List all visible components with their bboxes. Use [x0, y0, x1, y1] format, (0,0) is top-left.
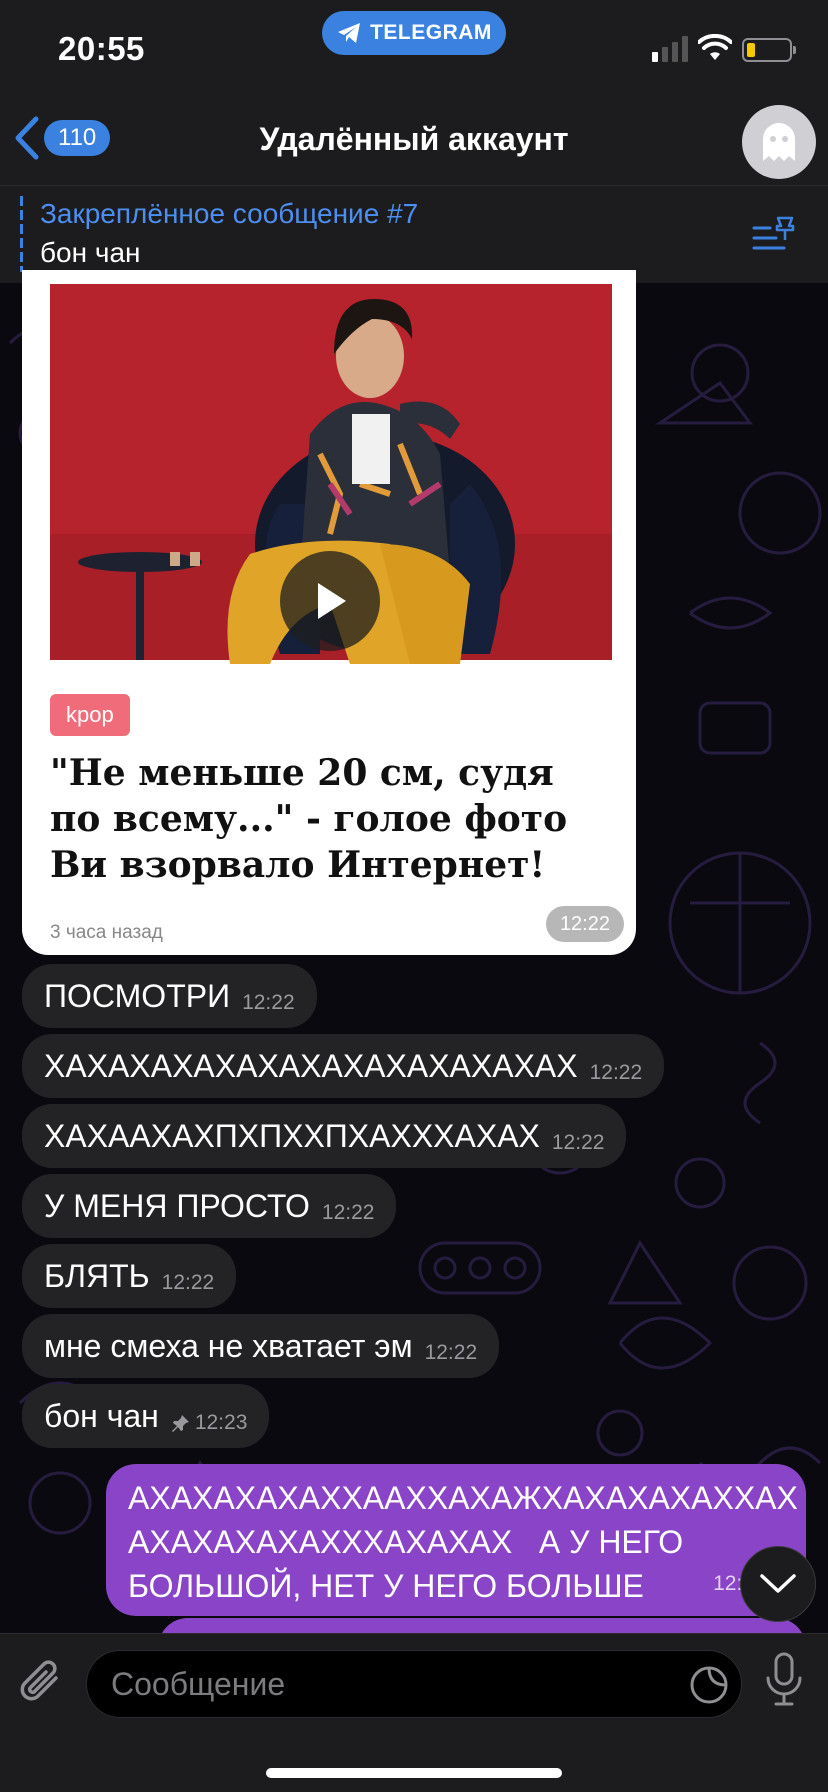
incoming-message[interactable]: ХАХААХАХПХПХХПХАХХХАХАХ 12:22 — [22, 1104, 627, 1168]
scroll-to-bottom-button[interactable] — [740, 1546, 816, 1622]
message-time: 12:22 — [321, 1201, 375, 1224]
message-text: ПОСМОТРИ — [44, 977, 231, 1014]
pinned-message-bar[interactable]: Закреплённое сообщение #7 бон чан — [0, 185, 828, 283]
status-time: 20:55 — [58, 30, 145, 67]
message-line: БОЛЬШОЙ, НЕТ У НЕГО БОЛЬШЕ — [128, 1568, 644, 1604]
play-icon — [318, 583, 346, 619]
status-bar: 20:55 TELEGRAM — [0, 0, 828, 95]
message-text: У МЕНЯ ПРОСТО — [44, 1187, 310, 1224]
category-tag: kpop — [50, 694, 130, 736]
incoming-message[interactable]: БЛЯТЬ 12:22 — [22, 1244, 237, 1308]
wifi-icon — [698, 34, 732, 60]
message-time: 12:22 — [424, 1341, 478, 1364]
avatar[interactable] — [742, 105, 816, 179]
pinned-indicator — [20, 196, 23, 272]
article-headline: "Не меньше 20 см, судя по всему..." - го… — [50, 752, 568, 886]
message-time: 12:22 — [551, 1131, 605, 1154]
play-button[interactable] — [280, 551, 380, 651]
outgoing-message[interactable]: АХАХАХАХАХХААХХАХАЖХАХАХАХАХХАХ АХАХАХАХ… — [106, 1464, 806, 1616]
message-line: АХАХАХАХАХХААХХАХАЖХАХАХАХАХХАХ — [128, 1480, 798, 1516]
incoming-message[interactable]: У МЕНЯ ПРОСТО 12:22 — [22, 1174, 397, 1238]
message-time: 12:23 — [194, 1411, 248, 1434]
message-text: ХАХААХАХПХПХХПХАХХХАХАХ — [44, 1117, 540, 1154]
pin-icon — [171, 1415, 189, 1432]
incoming-message[interactable]: мне смеха не хватает эм 12:22 — [22, 1314, 500, 1378]
home-indicator — [266, 1768, 562, 1778]
message-time: 12:22 — [161, 1271, 215, 1294]
return-to-app-pill[interactable]: TELEGRAM — [322, 11, 506, 55]
sticker-icon[interactable] — [689, 1665, 729, 1705]
message-line: АХАХАХАХАХХХАХАХАХ А У НЕГО — [128, 1524, 684, 1560]
battery-level — [747, 43, 755, 57]
pinned-list-icon[interactable] — [752, 214, 796, 252]
message-time: 12:22 — [589, 1061, 643, 1084]
telegram-icon — [338, 23, 361, 43]
incoming-message[interactable]: ПОСМОТРИ 12:22 — [22, 964, 317, 1028]
message-input[interactable] — [111, 1651, 671, 1717]
message-meta: 12:23 — [171, 1411, 248, 1435]
message-field[interactable] — [86, 1650, 742, 1718]
app-pill-label: TELEGRAM — [370, 21, 492, 44]
battery-icon — [742, 38, 796, 62]
microphone-icon[interactable] — [764, 1652, 804, 1708]
message-text: мне смеха не хватает эм — [44, 1327, 413, 1364]
chat-header: 110 Удалённый аккаунт — [0, 95, 828, 185]
cellular-signal-icon — [652, 36, 688, 62]
chevron-down-icon — [760, 1574, 796, 1593]
pinned-title: Закреплённое сообщение #7 — [40, 198, 419, 229]
incoming-message[interactable]: бон чан 12:23 — [22, 1384, 270, 1448]
message-input-bar — [0, 1633, 828, 1792]
pinned-text: бон чан — [40, 237, 141, 268]
ghost-icon — [763, 123, 795, 161]
message-text: бон чан — [44, 1397, 159, 1434]
message-time: 12:22 — [242, 991, 295, 1014]
article-posted-time: 3 часа назад — [50, 922, 163, 943]
message-text: БЛЯТЬ — [44, 1257, 150, 1294]
paperclip-icon[interactable] — [18, 1656, 66, 1708]
chat-title[interactable]: Удалённый аккаунт — [0, 121, 828, 158]
link-preview-card[interactable]: kpop "Не меньше 20 см, судя по всему..."… — [22, 270, 636, 955]
message-time: 12:22 — [545, 906, 624, 942]
incoming-message[interactable]: ХАХАХАХАХАХАХАХАХАХАХАХАХ 12:22 — [22, 1034, 665, 1098]
message-text: ХАХАХАХАХАХАХАХАХАХАХАХАХ — [44, 1047, 578, 1084]
